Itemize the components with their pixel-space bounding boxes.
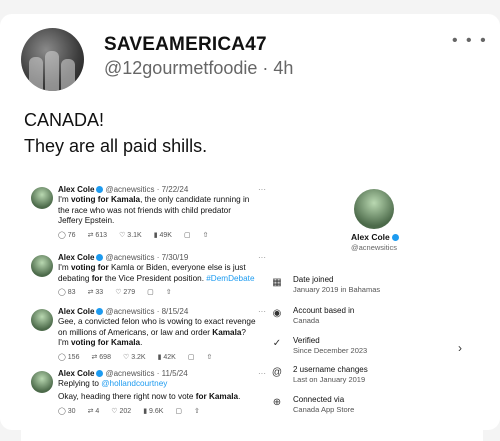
tweet-text: Gee, a convicted felon who is vowing to … [58,317,256,347]
reply-count: ◯ 30 [58,407,76,415]
tweet-header: Alex Cole @acnewsitics · 8/15/24 [58,307,189,316]
repost-count: ⇄ 33 [87,289,104,296]
avatar[interactable] [21,28,84,91]
reply-count: ◯ 83 [58,289,76,296]
handle-line: @12gourmetfoodie · 4h [104,58,293,79]
post-text-line-2: They are all paid shills. [24,136,208,156]
tweet-more-icon: ··· [258,253,266,262]
reply-count: ◯ 156 [58,353,80,361]
tweet-header: Alex Cole @acnewsitics · 7/30/19 [58,253,189,262]
profile-name: Alex Cole [351,232,400,242]
info-label: Verified [293,336,320,345]
like-count: ♡ 202 [111,407,132,415]
tweet-avatar [31,187,53,209]
display-name[interactable]: SAVEAMERICA47 [104,34,267,56]
like-count: ♡ 279 [115,289,136,296]
tweet-header: Alex Cole @acnewsitics · 11/5/24 [58,369,188,378]
info-label: 2 username changes [293,365,368,374]
location-icon: ◉ [272,308,282,319]
tweet-actions: ◯ 30 ⇄ 4 ♡ 202 ▮ 9.6K ▢ ⇧ [58,407,212,415]
info-label: Date joined [293,275,334,284]
post-text-line-1: CANADA! [24,110,105,130]
bookmark-icon: ▢ [183,231,191,239]
bookmark-icon: ▢ [147,289,154,296]
repost-count: ⇄ 698 [91,353,111,361]
info-value: Canada App Store [293,405,355,414]
repost-count: ⇄ 613 [87,231,108,239]
info-value: Last on January 2019 [293,375,366,384]
tweet-text: I'm voting for Kamla or Biden, everyone … [58,263,255,283]
verified-badge-icon [392,234,400,241]
like-count: ♡ 3.2K [122,353,146,361]
top-band [0,0,500,14]
handle[interactable]: @12gourmetfoodie [104,58,257,78]
separator: · [262,58,269,78]
timestamp[interactable]: 4h [273,58,293,78]
tweet-header: Alex Cole @acnewsitics · 7/22/24 [58,185,189,194]
reply-count: ◯ 76 [58,231,76,239]
tweet-text: Okay, heading there right now to vote fo… [58,392,241,401]
verified-badge-icon [96,308,104,315]
embedded-screenshot[interactable]: Alex Cole @acnewsitics · 7/22/24 ··· I'm vo… [21,179,483,441]
verified-badge-icon [96,370,104,377]
tweet-actions: ◯ 76 ⇄ 613 ♡ 3.1K ▮ 49K ▢ ⇧ [58,231,220,239]
info-value: Since December 2023 [293,346,368,355]
share-icon: ⇧ [202,231,209,239]
info-label: Account based in [293,306,355,315]
tweet-actions: ◯ 83 ⇄ 33 ♡ 279 ▢ ⇧ [58,288,184,296]
share-icon: ⇧ [194,407,200,415]
verified-check-icon: ✓ [272,338,282,349]
profile-handle: @acnewsitics [351,243,397,252]
profile-panel: Alex Cole @acnewsitics ▦ Date joined Janua… [271,179,483,441]
profile-avatar [354,189,394,229]
tweet-avatar [31,255,53,277]
ellipsis-icon[interactable]: • • • [452,32,488,50]
like-count: ♡ 3.1K [119,231,142,239]
tweet-text: I'm voting for Kamala, the only candidat… [58,195,250,225]
tweet-more-icon: ··· [258,369,266,378]
tweet-avatar [31,309,53,331]
tweet-actions: ◯ 156 ⇄ 698 ♡ 3.2K ▮ 42K ▢ ⇧ [58,353,224,361]
info-label: Connected via [293,395,345,404]
tweet-avatar [31,371,53,393]
view-count: ▮ 42K [157,353,176,361]
post-card[interactable]: SAVEAMERICA47 @12gourmetfoodie · 4h • • … [0,14,500,441]
at-icon: @ [271,367,283,378]
share-icon: ⇧ [165,289,172,296]
view-count: ▮ 9.6K [143,407,164,415]
info-value: Canada [293,316,320,325]
view-count: ▮ 49K [153,231,172,239]
bookmark-icon: ▢ [175,407,183,415]
verified-badge-icon [96,186,104,193]
tweet-more-icon: ··· [258,185,266,194]
bookmark-icon: ▢ [187,353,195,361]
chevron-right-icon: › [458,341,462,355]
reply-to: Replying to @hollandcourtney [58,379,168,388]
info-value: January 2019 in Bahamas [293,285,381,294]
globe-icon: ⊕ [272,397,282,408]
calendar-icon: ▦ [272,277,282,288]
verified-badge-icon [96,254,104,261]
tweet-more-icon: ··· [258,307,266,316]
share-icon: ⇧ [206,353,213,361]
repost-count: ⇄ 4 [87,407,100,415]
